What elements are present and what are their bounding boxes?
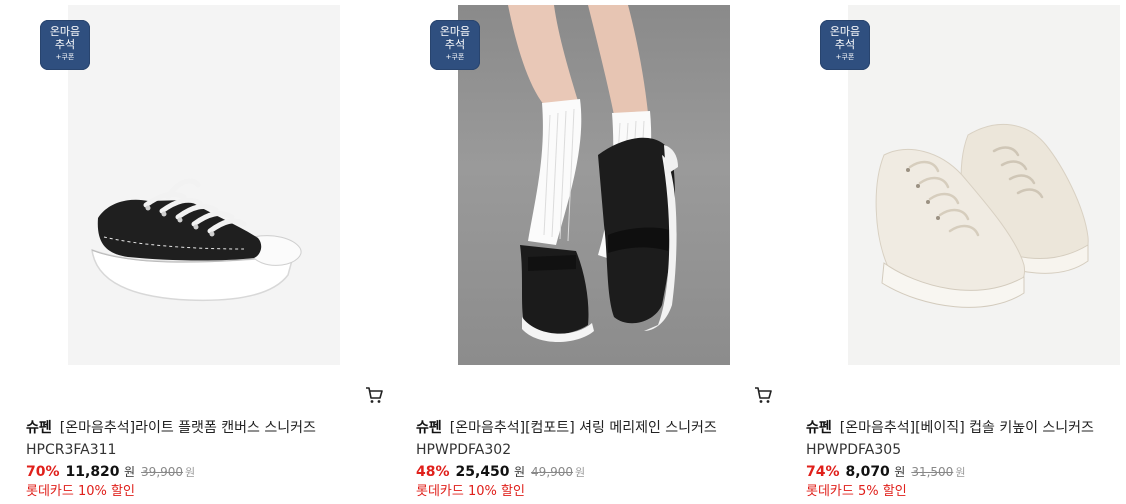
discount-rate: 70% — [26, 464, 60, 480]
price-row: 74% 8,070 원 31,500 원 — [806, 462, 1126, 483]
discount-rate: 74% — [806, 464, 840, 480]
cart-icon[interactable] — [365, 386, 383, 404]
badge-line1: 온마음 — [439, 25, 471, 38]
original-currency: 원 — [575, 466, 586, 479]
product-image[interactable] — [848, 5, 1120, 365]
badge-line2: 추석 — [834, 38, 856, 51]
sale-price: 11,820 — [65, 464, 120, 480]
card-promo: 롯데카드 10% 할인 — [26, 484, 135, 499]
product-info[interactable]: 슈펜 [온마음추석]라이트 플랫폼 캔버스 스니커즈 HPCR3FA311 70%… — [26, 418, 366, 500]
brand-name: 슈펜 — [26, 420, 52, 436]
product-card-1[interactable]: 온마음 추석 +쿠폰 슈펜 [온마음추석]라이트 플랫폼 캔버스 스니커즈 HPC… — [0, 0, 383, 504]
product-image[interactable] — [458, 5, 730, 365]
original-price: 31,500 — [911, 465, 954, 479]
badge-line3: +쿠폰 — [445, 53, 465, 61]
mary-jane-sneaker-on-feet-illustration — [508, 5, 678, 342]
discount-rate: 48% — [416, 464, 450, 480]
product-name: [온마음추석][베이직] 컵솔 키높이 스니커즈 — [839, 420, 1094, 436]
badge-line3: +쿠폰 — [55, 53, 75, 61]
chuseok-coupon-badge: 온마음 추석 +쿠폰 — [820, 20, 870, 70]
product-info[interactable]: 슈펜 [온마음추석][컴포트] 셔링 메리제인 스니커즈 HPWPDFA302 4… — [416, 418, 756, 500]
badge-line3: +쿠폰 — [835, 53, 855, 61]
price-row: 70% 11,820 원 39,900 원 — [26, 462, 366, 483]
cart-icon[interactable] — [754, 386, 772, 404]
card-promo: 롯데카드 5% 할인 — [806, 484, 907, 499]
product-name: [온마음추석]라이트 플랫폼 캔버스 스니커즈 — [59, 420, 316, 436]
original-price: 39,900 — [141, 465, 184, 479]
sale-currency: 원 — [514, 465, 526, 479]
badge-line1: 온마음 — [49, 25, 81, 38]
price-row: 48% 25,450 원 49,900 원 — [416, 462, 756, 483]
chuseok-coupon-badge: 온마음 추석 +쿠폰 — [40, 20, 90, 70]
product-name: [온마음추석][컴포트] 셔링 메리제인 스니커즈 — [449, 420, 717, 436]
product-code: HPCR3FA311 — [26, 442, 117, 458]
card-promo: 롯데카드 10% 할인 — [416, 484, 525, 499]
product-code: HPWPDFA305 — [806, 442, 902, 458]
sale-currency: 원 — [894, 465, 906, 479]
badge-line2: 추석 — [444, 38, 466, 51]
beige-cupsole-sneakers-illustration — [875, 123, 1089, 308]
product-title[interactable]: 슈펜 [온마음추석]라이트 플랫폼 캔버스 스니커즈 — [26, 418, 366, 438]
product-card-2[interactable]: 온마음 추석 +쿠폰 슈펜 [온마음추석][컴포트] 셔링 메리제인 스니커즈 H… — [390, 0, 772, 504]
product-info[interactable]: 슈펜 [온마음추석][베이직] 컵솔 키높이 스니커즈 HPWPDFA305 74… — [806, 418, 1126, 500]
product-card-3[interactable]: 온마음 추석 +쿠폰 슈펜 [온마음추석][베이직] 컵솔 키높이 스니커즈 HP… — [780, 0, 1120, 504]
black-canvas-sneaker-illustration — [91, 178, 302, 302]
badge-line1: 온마음 — [829, 25, 861, 38]
sale-price: 8,070 — [845, 464, 890, 480]
sale-currency: 원 — [124, 465, 136, 479]
product-code: HPWPDFA302 — [416, 442, 512, 458]
product-title[interactable]: 슈펜 [온마음추석][컴포트] 셔링 메리제인 스니커즈 — [416, 418, 756, 438]
product-title[interactable]: 슈펜 [온마음추석][베이직] 컵솔 키높이 스니커즈 — [806, 418, 1126, 438]
sale-price: 25,450 — [455, 464, 510, 480]
original-currency: 원 — [955, 466, 966, 479]
chuseok-coupon-badge: 온마음 추석 +쿠폰 — [430, 20, 480, 70]
badge-line2: 추석 — [54, 38, 76, 51]
original-currency: 원 — [185, 466, 196, 479]
brand-name: 슈펜 — [416, 420, 442, 436]
product-image[interactable] — [68, 5, 340, 365]
original-price: 49,900 — [531, 465, 574, 479]
brand-name: 슈펜 — [806, 420, 832, 436]
